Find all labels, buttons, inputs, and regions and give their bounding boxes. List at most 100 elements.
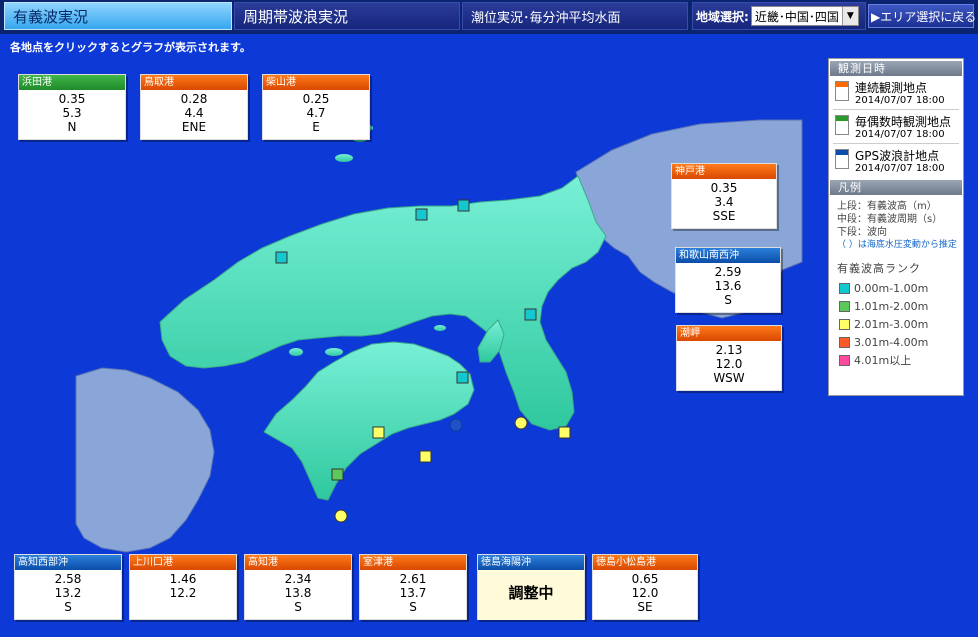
wave-direction: SE: [637, 600, 653, 614]
station-box-tokushima-kaiyo[interactable]: 徳島海陽沖 調整中: [477, 554, 585, 620]
tab-significant-wave[interactable]: 有義波実況: [4, 2, 232, 30]
legend-even-hour: 毎偶数時観測地点 2014/07/07 18:00: [833, 112, 959, 144]
observation-time-heading: 観測日時: [830, 61, 962, 76]
station-name: 室津港: [360, 555, 466, 570]
marker-wakayama-sw[interactable]: [514, 416, 528, 430]
wave-height: 2.61: [399, 572, 427, 586]
legend-note-period: 中段：有義波周期（s）: [837, 214, 943, 225]
marker-kamikawaguchi[interactable]: [331, 468, 344, 481]
wave-direction: S: [294, 600, 302, 614]
wave-direction: SSE: [712, 209, 736, 223]
rank-swatch: [839, 354, 850, 366]
legend-item-label: 連続観測地点: [855, 81, 928, 95]
rank-label: 3.01m-4.00m: [854, 335, 929, 349]
legend-heading: 凡例: [830, 180, 962, 195]
even-hour-station-icon: [835, 115, 849, 135]
wave-period: 13.8: [284, 586, 312, 600]
wave-direction: S: [724, 293, 732, 307]
island: [91, 470, 101, 482]
wave-height: 2.58: [54, 572, 82, 586]
marker-kobe[interactable]: [524, 308, 537, 321]
marker-murotsu[interactable]: [558, 426, 571, 439]
station-box-wakayama-sw[interactable]: 和歌山南西沖 2.59 13.6 S: [675, 247, 781, 313]
rank-row: 2.01m-3.00m: [829, 315, 963, 333]
instruction-text: 各地点をクリックするとグラフが表示されます。: [10, 41, 251, 54]
tab-period-band-wave[interactable]: 周期帯波浪実況: [234, 2, 460, 30]
legend-item-time: 2014/07/07 18:00: [855, 95, 945, 106]
status-adjusting: 調整中: [478, 570, 584, 620]
legend-item-time: 2014/07/07 18:00: [855, 163, 945, 174]
rank-title: 有義波高ランク: [837, 262, 921, 275]
rank-swatch: [839, 300, 850, 312]
marker-hamada[interactable]: [275, 251, 288, 264]
station-name: 高知西部沖: [15, 555, 121, 570]
region-selected-value: 近畿･中国･四国: [754, 9, 839, 24]
marker-komatsushima[interactable]: [456, 371, 469, 384]
shikoku-land: [263, 341, 475, 501]
legend-note-direction: 下段：波向: [837, 227, 887, 238]
station-box-kochi[interactable]: 高知港 2.34 13.8 S: [244, 554, 352, 620]
legend-gps: GPS波浪計地点 2014/07/07 18:00: [833, 146, 959, 178]
station-name: 高知港: [245, 555, 351, 570]
station-box-kamikawaguchi[interactable]: 上川口港 1.46 12.2: [129, 554, 237, 620]
region-label: 地域選択:: [696, 9, 749, 24]
rank-label: 2.01m-3.00m: [854, 317, 929, 331]
wave-direction: S: [409, 600, 417, 614]
wave-direction: N: [67, 120, 77, 134]
wave-period: 12.0: [631, 586, 659, 600]
tab-tide-level[interactable]: 潮位実況･毎分沖平均水面: [462, 2, 688, 30]
kyushu-land: [75, 367, 215, 553]
marker-muroto[interactable]: [372, 426, 385, 439]
station-box-murotsu[interactable]: 室津港 2.61 13.7 S: [359, 554, 467, 620]
wave-period: 12.2: [169, 586, 197, 600]
wave-height: 0.28: [180, 92, 208, 106]
marker-shibayama[interactable]: [457, 199, 470, 212]
wave-period: 12.0: [715, 357, 743, 371]
station-name: 和歌山南西沖: [676, 248, 780, 263]
gps-station-icon: [835, 149, 849, 169]
rank-label: 0.00m-1.00m: [854, 281, 929, 295]
marker-tokushima-kaiyo[interactable]: [449, 418, 463, 432]
rank-row: 4.01m以上: [829, 351, 963, 369]
wave-direction: S: [64, 600, 72, 614]
wave-period: 13.7: [399, 586, 427, 600]
island: [289, 348, 303, 356]
station-box-shibayama[interactable]: 柴山港 0.25 4.7 E: [262, 74, 370, 140]
rank-row: 3.01m-4.00m: [829, 333, 963, 351]
marker-kochi-west[interactable]: [334, 509, 348, 523]
station-box-kochi-west[interactable]: 高知西部沖 2.58 13.2 S: [14, 554, 122, 620]
station-name: 潮岬: [677, 326, 781, 341]
rank-row: 0.00m-1.00m: [829, 279, 963, 297]
legend-continuous: 連続観測地点 2014/07/07 18:00: [833, 78, 959, 110]
back-to-area-button[interactable]: ▶エリア選択に戻る: [868, 4, 976, 28]
station-box-kobe[interactable]: 神戸港 0.35 3.4 SSE: [671, 163, 777, 229]
wave-period: 4.4: [184, 106, 204, 120]
station-name: 徳島小松島港: [593, 555, 697, 570]
rank-label: 1.01m-2.00m: [854, 299, 929, 313]
island: [114, 446, 126, 462]
rank-row: 1.01m-2.00m: [829, 297, 963, 315]
station-box-komatsushima[interactable]: 徳島小松島港 0.65 12.0 SE: [592, 554, 698, 620]
wave-height: 2.59: [714, 265, 742, 279]
region-dropdown[interactable]: 近畿･中国･四国 ▼: [750, 6, 859, 26]
wave-direction: E: [312, 120, 320, 134]
station-name: 徳島海陽沖: [478, 555, 584, 570]
legend-panel: 観測日時 連続観測地点 2014/07/07 18:00 毎偶数時観測地点 20…: [828, 58, 964, 396]
wave-height: 0.35: [710, 181, 738, 195]
wave-height: 0.65: [631, 572, 659, 586]
wave-direction: ENE: [181, 120, 207, 134]
legend-note-estimate: （ ）は海底水圧変動から推定: [837, 240, 957, 250]
station-box-hamada[interactable]: 浜田港 0.35 5.3 N: [18, 74, 126, 140]
rank-swatch: [839, 336, 850, 348]
station-box-shionomisaki[interactable]: 潮岬 2.13 12.0 WSW: [676, 325, 782, 391]
station-name: 浜田港: [19, 75, 125, 90]
marker-kochi[interactable]: [419, 450, 432, 463]
legend-note-height: 上段：有義波高（m）: [837, 201, 937, 212]
station-name: 柴山港: [263, 75, 369, 90]
top-nav-bar: 有義波実況 周期帯波浪実況 潮位実況･毎分沖平均水面 地域選択: 近畿･中国･四…: [0, 0, 978, 34]
legend-item-label: 毎偶数時観測地点: [855, 115, 952, 129]
wave-period: 4.7: [306, 106, 326, 120]
chevron-down-icon[interactable]: ▼: [841, 7, 858, 25]
marker-tottori[interactable]: [415, 208, 428, 221]
station-box-tottori[interactable]: 鳥取港 0.28 4.4 ENE: [140, 74, 248, 140]
